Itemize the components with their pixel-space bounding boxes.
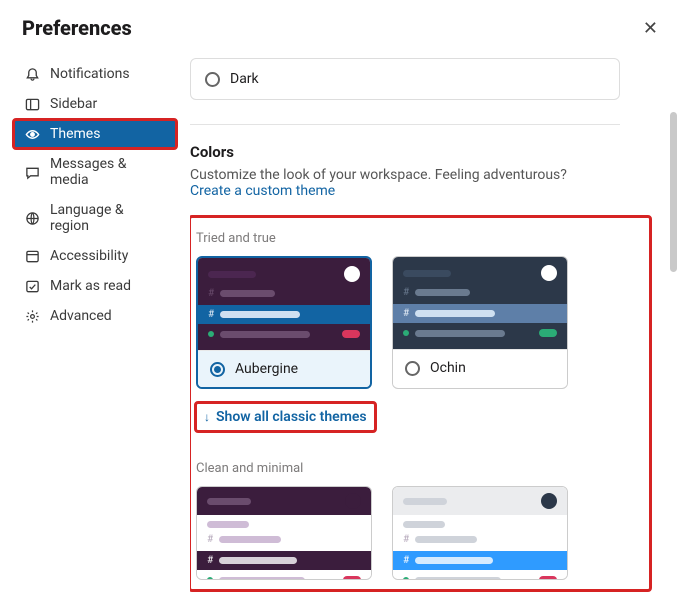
sidebar-item-notifications[interactable]: Notifications: [14, 60, 176, 88]
appearance-dark-option[interactable]: Dark: [190, 58, 620, 100]
gear-icon: [24, 308, 40, 324]
theme-footer: Ochin: [393, 349, 567, 386]
content-pane: Dark Colors Customize the look of your w…: [190, 52, 680, 598]
section-desc: Customize the look of your workspace. Fe…: [190, 167, 650, 183]
show-all-classic-button[interactable]: ↓ Show all classic themes: [196, 403, 375, 431]
themes-area: Tried and true # # Aubergine # #: [190, 217, 650, 590]
theme-card-clean-1[interactable]: # #: [392, 486, 568, 580]
sidebar-item-accessibility[interactable]: Accessibility: [14, 242, 176, 270]
dark-label: Dark: [230, 71, 259, 87]
group-label-tried: Tried and true: [196, 231, 640, 246]
show-all-label: Show all classic themes: [216, 409, 367, 425]
check-icon: [24, 278, 40, 294]
theme-preview: # #: [393, 487, 567, 579]
sidebar-item-label: Messages & media: [50, 156, 166, 188]
group-label-clean: Clean and minimal: [196, 461, 640, 476]
sidebar-item-markread[interactable]: Mark as read: [14, 272, 176, 300]
theme-card-aubergine[interactable]: # # Aubergine: [196, 256, 372, 389]
sidebar-item-sidebar[interactable]: Sidebar: [14, 90, 176, 118]
eye-icon: [24, 126, 40, 142]
theme-name: Aubergine: [235, 361, 298, 377]
theme-footer: Aubergine: [198, 350, 370, 387]
message-icon: [24, 164, 40, 180]
theme-preview: # #: [393, 257, 567, 349]
accessibility-icon: [24, 248, 40, 264]
radio-icon[interactable]: [405, 361, 420, 376]
sidebar-item-label: Mark as read: [50, 278, 131, 294]
radio-icon[interactable]: [210, 362, 225, 377]
radio-icon[interactable]: [205, 72, 220, 87]
sidebar-item-advanced[interactable]: Advanced: [14, 302, 176, 330]
theme-preview: # #: [197, 487, 371, 579]
sidebar-item-label: Sidebar: [50, 96, 97, 112]
sidebar-item-label: Accessibility: [50, 248, 128, 264]
scrollbar[interactable]: [670, 112, 677, 272]
theme-name: Ochin: [430, 360, 466, 376]
sidebar-item-messages[interactable]: Messages & media: [14, 150, 176, 194]
sidebar-item-label: Notifications: [50, 66, 130, 82]
sidebar-item-language[interactable]: Language & region: [14, 196, 176, 240]
arrow-down-icon: ↓: [204, 410, 210, 424]
sidebar-item-label: Advanced: [50, 308, 112, 324]
colors-section: Colors Customize the look of your worksp…: [190, 143, 650, 199]
globe-icon: [24, 210, 40, 226]
divider: [190, 124, 620, 125]
theme-preview: # #: [198, 258, 370, 350]
theme-card-ochin[interactable]: # # Ochin: [392, 256, 568, 389]
sidebar-item-label: Language & region: [50, 202, 166, 234]
bell-icon: [24, 66, 40, 82]
close-icon[interactable]: ✕: [643, 18, 658, 39]
sidebar-item-label: Themes: [50, 126, 100, 142]
sidebar-item-themes[interactable]: Themes: [14, 120, 176, 148]
panel-icon: [24, 96, 40, 112]
create-custom-theme-link[interactable]: Create a custom theme: [190, 183, 650, 199]
page-title: Preferences: [22, 16, 132, 40]
sidebar: Notifications Sidebar Themes Messages & …: [0, 52, 190, 598]
theme-card-clean-0[interactable]: # #: [196, 486, 372, 580]
section-title: Colors: [190, 143, 650, 161]
